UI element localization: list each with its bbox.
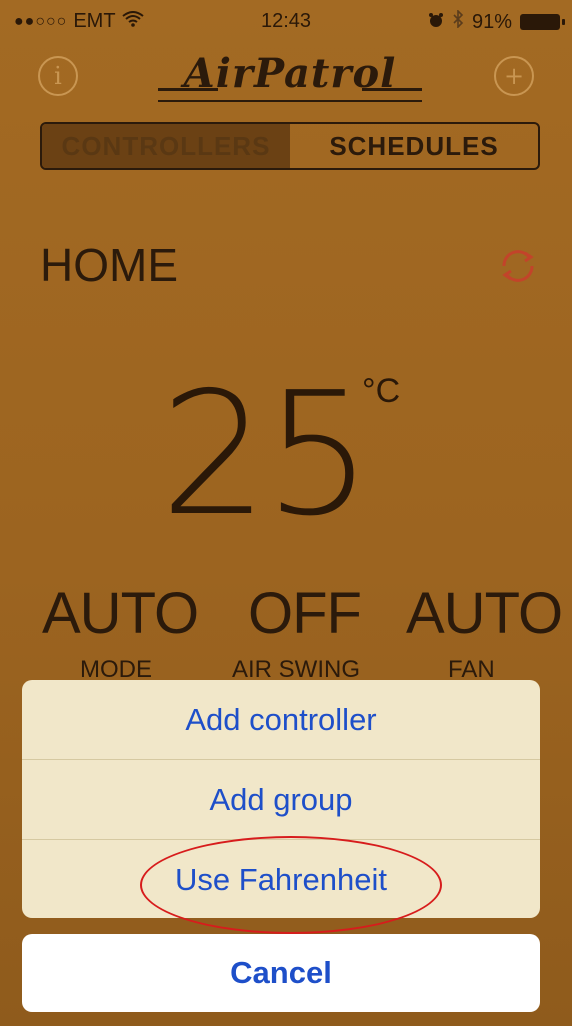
tab-schedules[interactable]: SCHEDULES <box>290 124 538 168</box>
battery-percent: 91% <box>471 10 512 33</box>
mode-value[interactable]: AUTO <box>42 580 199 647</box>
temperature-unit: °C <box>362 372 401 410</box>
info-circle-icon[interactable]: i <box>38 56 78 96</box>
logo-text: AirPatrol <box>183 50 397 97</box>
ac-status-row: AUTO MODE OFF AIR SWING AUTO FAN <box>0 580 572 690</box>
status-bar: ●●○○○ EMT 12:43 91% <box>0 0 572 44</box>
airpatrol-logo: AirPatrol <box>150 48 430 108</box>
add-controller-button[interactable]: Add controller <box>22 680 540 760</box>
alarm-icon <box>428 11 444 34</box>
temperature-value[interactable]: 25 <box>160 356 372 554</box>
add-group-button[interactable]: Add group <box>22 760 540 840</box>
fan-value[interactable]: AUTO <box>406 580 563 647</box>
app-header: i AirPatrol + <box>0 44 572 114</box>
cancel-button[interactable]: Cancel <box>22 934 540 1012</box>
location-title: HOME <box>40 239 178 291</box>
tab-controllers[interactable]: CONTROLLERS <box>42 124 290 168</box>
plus-circle-icon[interactable]: + <box>494 56 534 96</box>
view-tabs: CONTROLLERS SCHEDULES <box>40 122 540 170</box>
highlight-ellipse <box>140 836 442 934</box>
app-screen: ●●○○○ EMT 12:43 91% i AirPatrol + CONTRO… <box>0 0 572 1026</box>
bluetooth-icon <box>452 9 464 34</box>
air-swing-value[interactable]: OFF <box>248 580 362 647</box>
battery-icon <box>520 14 565 30</box>
refresh-icon[interactable] <box>496 244 540 288</box>
